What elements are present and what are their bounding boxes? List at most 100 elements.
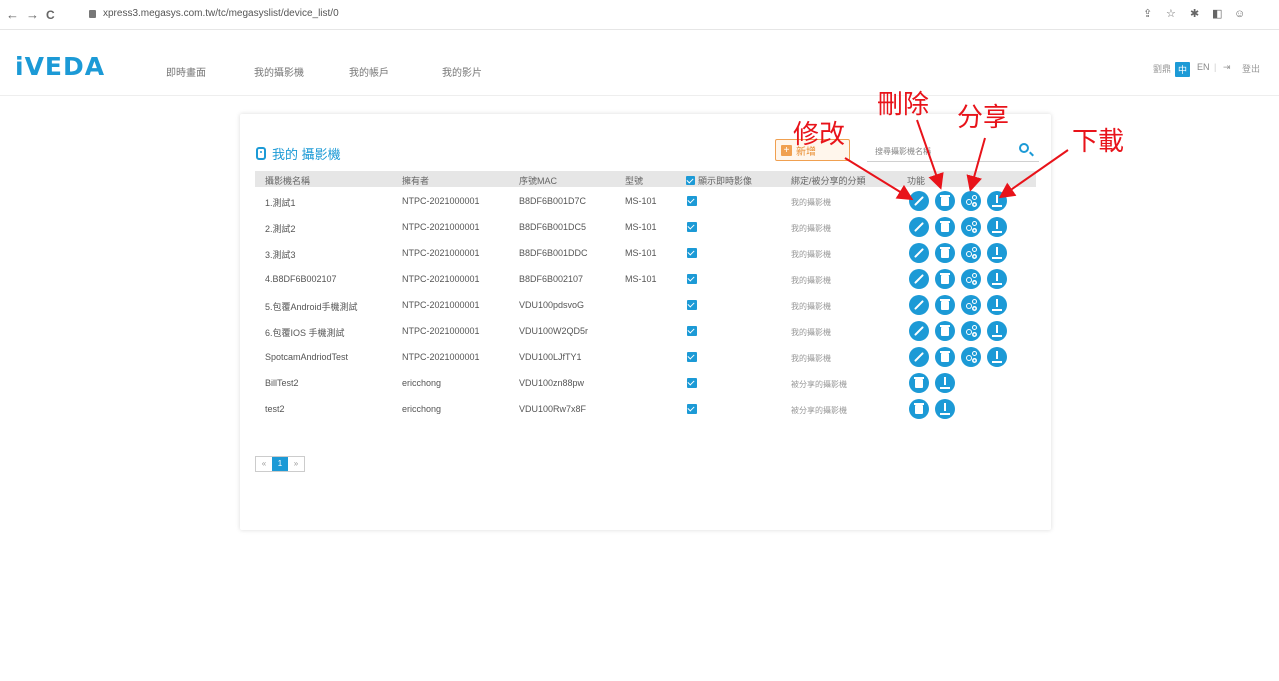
share-button[interactable] [961,321,981,341]
annotation-download: 下載 [1072,127,1125,157]
iveda-logo[interactable]: iVEDA [15,52,105,81]
cell-name: BillTest2 [265,378,299,388]
logout-link[interactable]: 登出 [1242,62,1260,75]
edit-button[interactable] [909,321,929,341]
delete-button[interactable] [935,347,955,367]
nav-live-view[interactable]: 即時畫面 [166,64,206,79]
cell-owner: NTPC-2021000001 [402,222,480,232]
delete-button[interactable] [909,373,929,393]
delete-button[interactable] [935,295,955,315]
download-button[interactable] [987,191,1007,211]
table-row: BillTest2 ericchong VDU100zn88pw 被分享的攝影機 [255,370,1036,396]
app-header: iVEDA 即時畫面 我的攝影機 我的帳戶 我的影片 劉鼎 中 EN | ⇥ 登… [0,40,1279,96]
show-live-checkbox[interactable] [687,196,697,206]
col-model[interactable]: 型號 [625,174,643,187]
pager-page-1[interactable]: 1 [272,457,288,471]
table-header: 攝影機名稱 擁有者 序號MAC 型號 顯示即時影像 綁定/被分享的分類 功能 [255,171,1036,187]
search-input[interactable] [867,142,1012,160]
share-button[interactable] [961,347,981,367]
table-row: test2 ericchong VDU100Rw7x8F 被分享的攝影機 [255,396,1036,422]
show-live-checkbox[interactable] [687,248,697,258]
delete-button[interactable] [935,243,955,263]
delete-button[interactable] [935,321,955,341]
cell-owner: NTPC-2021000001 [402,300,480,310]
cell-category: 被分享的攝影機 [791,380,847,389]
cell-name: 1.測試1 [265,198,296,208]
edit-button[interactable] [909,347,929,367]
edit-button[interactable] [909,295,929,315]
pager-next[interactable]: » [288,457,304,471]
table-row: SpotcamAndriodTest NTPC-2021000001 VDU100L… [255,344,1036,370]
download-button[interactable] [987,321,1007,341]
lang-zh-button[interactable]: 中 [1175,62,1191,77]
reload-icon[interactable]: C [46,8,55,22]
cell-category: 我的攝影機 [791,354,831,363]
logout-icon[interactable]: ⇥ [1223,62,1231,73]
table-row: 2.測試2 NTPC-2021000001 B8DF6B001DC5 MS-101 我的… [255,214,1036,240]
back-icon[interactable]: ← [6,8,19,22]
extension-icon[interactable]: ✱ [1190,7,1199,21]
pager-prev[interactable]: « [256,457,272,471]
download-button[interactable] [987,269,1007,289]
pagination: « 1 » [255,456,305,472]
download-button[interactable] [987,347,1007,367]
cell-owner: ericchong [402,404,442,414]
cell-mac: B8DF6B001D7C [519,196,587,206]
share-button[interactable] [961,295,981,315]
delete-button[interactable] [935,217,955,237]
nav-my-videos[interactable]: 我的影片 [442,64,482,79]
cell-name: 6.包覆IOS 手機測試 [265,328,345,338]
edit-button[interactable] [909,191,929,211]
cell-mac: B8DF6B002107 [519,274,584,284]
cell-name: 3.測試3 [265,250,296,260]
delete-button[interactable] [909,399,929,419]
download-button[interactable] [987,217,1007,237]
address-bar[interactable]: xpress3.megasys.com.tw/tc/megasyslist/de… [84,4,1214,26]
search-icon[interactable] [1019,143,1029,153]
show-live-checkbox[interactable] [687,274,697,284]
share-button[interactable] [961,269,981,289]
col-owner[interactable]: 擁有者 [402,174,429,187]
share-button[interactable] [961,217,981,237]
show-live-checkbox[interactable] [687,404,697,414]
delete-button[interactable] [935,269,955,289]
download-button[interactable] [987,295,1007,315]
edit-button[interactable] [909,269,929,289]
cell-category: 我的攝影機 [791,198,831,207]
col-mac[interactable]: 序號MAC [519,174,557,187]
select-all-checkbox[interactable] [686,176,695,185]
share-page-icon[interactable]: ⇪ [1143,7,1152,21]
cell-owner: NTPC-2021000001 [402,248,480,258]
annotation-share: 分享 [957,103,1010,133]
cell-name: SpotcamAndriodTest [265,352,349,362]
nav-my-account[interactable]: 我的帳戶 [349,64,389,79]
cell-mac: VDU100LJfTY1 [519,352,582,362]
cell-category: 被分享的攝影機 [791,406,847,415]
col-category[interactable]: 綁定/被分享的分類 [791,174,866,187]
col-show-live[interactable]: 顯示即時影像 [686,174,752,187]
cell-owner: NTPC-2021000001 [402,352,480,362]
edit-button[interactable] [909,217,929,237]
show-live-checkbox[interactable] [687,222,697,232]
cell-owner: ericchong [402,378,442,388]
download-button[interactable] [935,373,955,393]
share-button[interactable] [961,191,981,211]
cell-mac: VDU100Rw7x8F [519,404,587,414]
share-button[interactable] [961,243,981,263]
forward-icon[interactable]: → [26,8,39,22]
table-row: 1.測試1 NTPC-2021000001 B8DF6B001D7C MS-101 我的… [255,188,1036,214]
lang-en-button[interactable]: EN [1197,62,1210,72]
show-live-checkbox[interactable] [687,378,697,388]
star-icon[interactable]: ☆ [1166,7,1176,21]
nav-my-cameras[interactable]: 我的攝影機 [254,64,304,79]
profile-icon[interactable]: ☺ [1234,7,1245,21]
download-button[interactable] [935,399,955,419]
delete-button[interactable] [935,191,955,211]
show-live-checkbox[interactable] [687,300,697,310]
download-button[interactable] [987,243,1007,263]
edit-button[interactable] [909,243,929,263]
show-live-checkbox[interactable] [687,352,697,362]
col-camera-name[interactable]: 攝影機名稱 [265,174,310,187]
sidepanel-icon[interactable]: ◧ [1212,7,1222,21]
show-live-checkbox[interactable] [687,326,697,336]
